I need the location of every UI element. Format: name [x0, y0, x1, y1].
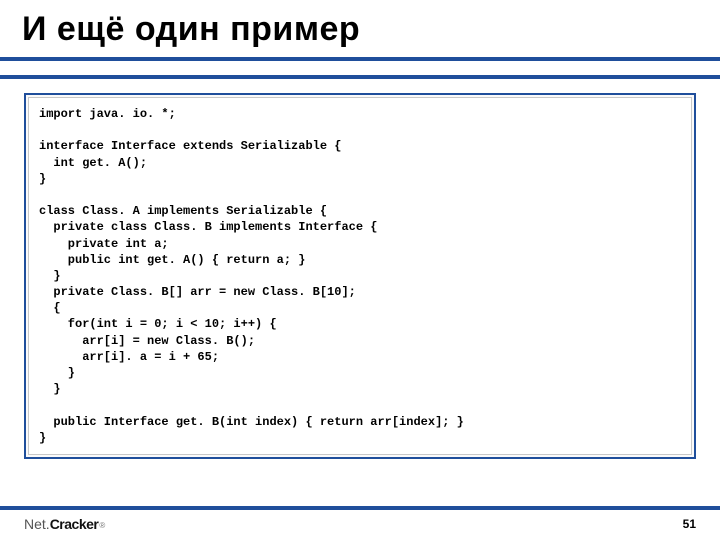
page-number: 51	[683, 517, 696, 531]
title-separator	[0, 57, 720, 79]
footer-row: Net.Cracker® 51	[0, 516, 720, 540]
logo-cracker-text: Cracker	[50, 516, 99, 532]
footer: Net.Cracker® 51	[0, 506, 720, 540]
logo-registered-icon: ®	[99, 521, 105, 530]
slide-title: И ещё один пример	[22, 10, 698, 49]
separator-bar-gap	[0, 61, 720, 75]
title-area: И ещё один пример	[0, 0, 720, 49]
separator-bar-bottom	[0, 75, 720, 79]
code-block-frame: import java. io. *; interface Interface …	[24, 93, 696, 459]
code-text: import java. io. *; interface Interface …	[39, 106, 681, 446]
logo-net-text: Net.	[24, 516, 50, 532]
footer-separator	[0, 506, 720, 510]
slide: И ещё один пример import java. io. *; in…	[0, 0, 720, 540]
code-block: import java. io. *; interface Interface …	[28, 97, 692, 455]
company-logo: Net.Cracker®	[24, 516, 105, 532]
